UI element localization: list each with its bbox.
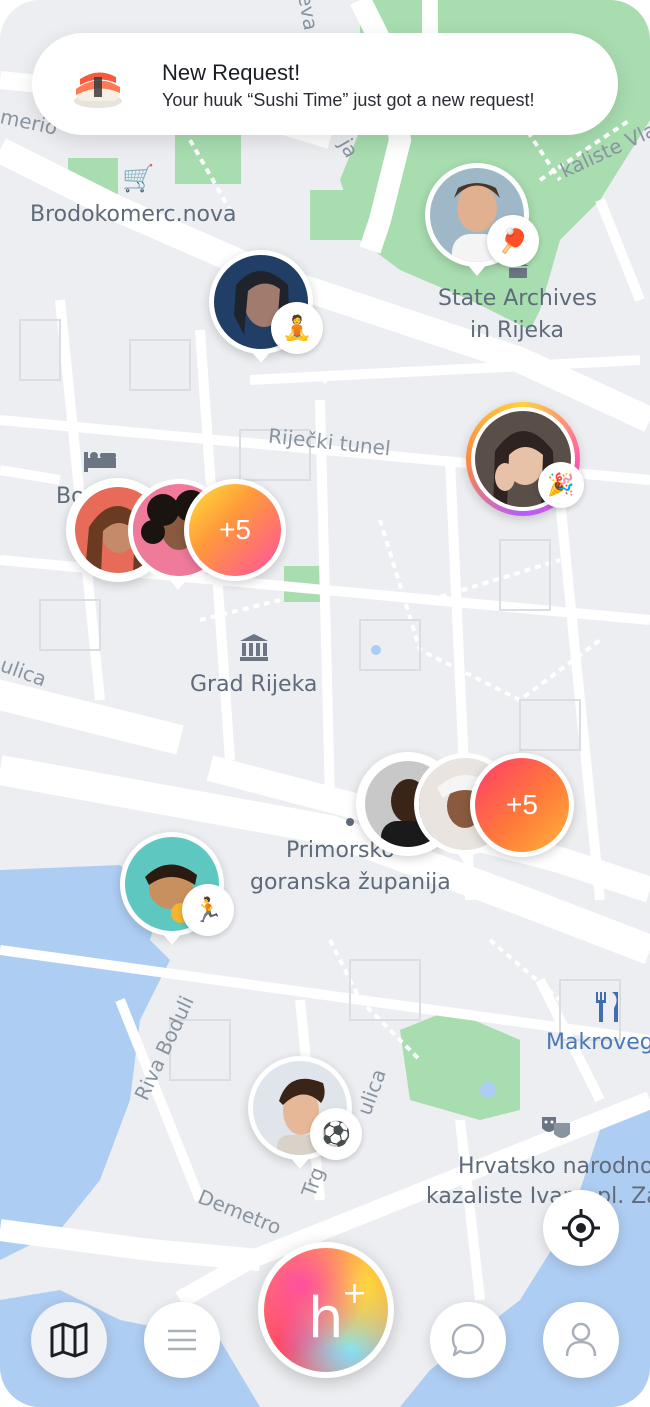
pin-running[interactable]: 🏃 [120, 832, 244, 952]
theater-masks-icon[interactable] [540, 1114, 572, 1148]
nav-list-button[interactable] [144, 1302, 220, 1378]
map-label-hnk-2: kazaliste Ivana pl. Za [426, 1184, 650, 1209]
park-area [310, 190, 368, 240]
pin-tail [251, 351, 271, 363]
pin-meditation[interactable]: 🧘 [209, 250, 329, 370]
cluster-west[interactable]: +5 [66, 476, 290, 590]
direction-marker [316, 374, 334, 384]
map-label-state-archives: State Archives [438, 286, 598, 311]
map-icon [50, 1322, 88, 1358]
crosshair-icon [562, 1209, 600, 1247]
list-icon [168, 1329, 196, 1351]
pin-tail [456, 852, 476, 864]
pin-party[interactable]: 🎉 [466, 402, 590, 526]
meditation-icon: 🧘 [271, 302, 323, 354]
notification-message: Your huuk “Sushi Time” just got a new re… [162, 90, 535, 110]
map-label-hnk: Hrvatsko narodno [458, 1154, 650, 1179]
pin-tail [290, 1157, 310, 1169]
notification-title: New Request! [162, 60, 301, 85]
chat-bubble-icon [451, 1323, 485, 1357]
sushi-icon [70, 59, 126, 115]
map-label-grad-rijeka: Grad Rijeka [190, 672, 318, 697]
ping-pong-icon: 🏓 [487, 215, 539, 267]
restaurant-icon[interactable] [592, 990, 622, 1028]
cluster-count: +5 [470, 753, 574, 857]
plus-icon: + [342, 1276, 368, 1311]
pin-tail [168, 578, 188, 590]
map-label-makroveg: Makroveg [546, 1030, 650, 1055]
create-label: h [308, 1286, 344, 1351]
cluster-count: +5 [184, 479, 286, 581]
cluster-east[interactable]: +5 [356, 750, 578, 864]
park-area [175, 128, 241, 184]
pin-soccer[interactable]: ⚽ [248, 1056, 372, 1176]
locate-me-button[interactable] [543, 1190, 619, 1266]
map-label-state-archives-2: in Rijeka [470, 318, 564, 343]
notification-banner[interactable]: New Request! Your huuk “Sushi Time” just… [32, 33, 618, 135]
map-label-primorsko-2: goranska županija [250, 870, 451, 895]
map-screen: Brodokomerc.nova State Archives in Rijek… [0, 0, 650, 1407]
nav-map-button[interactable] [31, 1302, 107, 1378]
profile-icon [565, 1322, 597, 1357]
museum-icon[interactable] [238, 632, 270, 666]
map-label-brodokomerc: Brodokomerc.nova [30, 202, 237, 227]
nav-chat-button[interactable] [430, 1302, 506, 1378]
soccer-ball-icon: ⚽ [310, 1108, 362, 1160]
create-huuk-button[interactable]: h + [258, 1242, 394, 1378]
pin-ping-pong[interactable]: 🏓 [425, 163, 545, 283]
pin-tail [467, 264, 487, 276]
shopping-cart-icon[interactable]: 🛒 [122, 165, 154, 191]
pin-tail [162, 933, 182, 945]
party-popper-icon: 🎉 [538, 462, 584, 508]
running-icon: 🏃 [182, 884, 234, 936]
street-label-eva: eva [293, 0, 324, 33]
nav-profile-button[interactable] [543, 1302, 619, 1378]
poi-dot [346, 818, 354, 826]
hotel-bed-icon[interactable] [82, 448, 118, 478]
